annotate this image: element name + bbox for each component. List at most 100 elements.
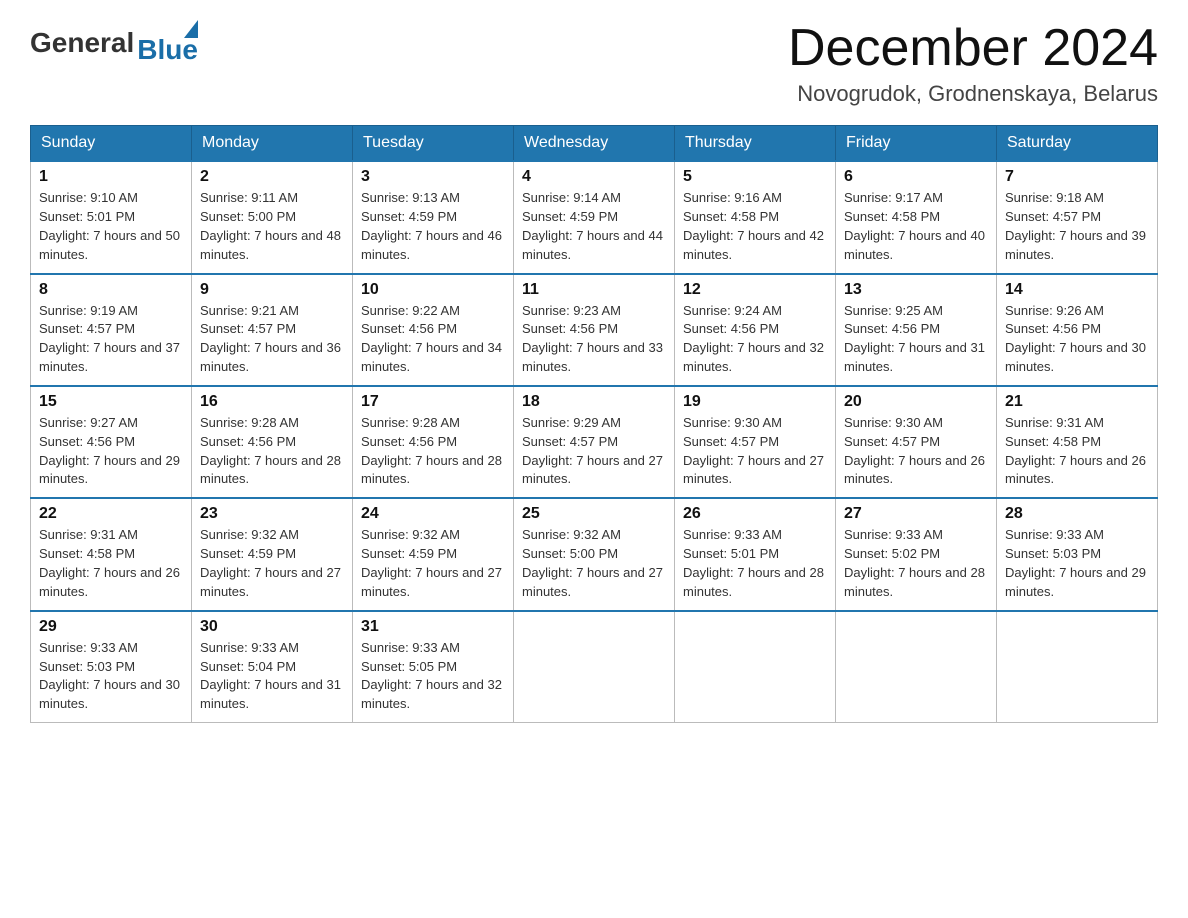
table-cell xyxy=(836,611,997,723)
day-number: 27 xyxy=(844,505,988,523)
day-number: 20 xyxy=(844,393,988,411)
day-number: 1 xyxy=(39,168,183,186)
location-text: Novogrudok, Grodnenskaya, Belarus xyxy=(788,81,1158,107)
day-number: 3 xyxy=(361,168,505,186)
col-friday: Friday xyxy=(836,126,997,162)
table-cell: 20 Sunrise: 9:30 AMSunset: 4:57 PMDaylig… xyxy=(836,386,997,498)
table-cell: 18 Sunrise: 9:29 AMSunset: 4:57 PMDaylig… xyxy=(514,386,675,498)
table-cell: 26 Sunrise: 9:33 AMSunset: 5:01 PMDaylig… xyxy=(675,498,836,610)
day-number: 14 xyxy=(1005,281,1149,299)
day-info: Sunrise: 9:33 AMSunset: 5:01 PMDaylight:… xyxy=(683,526,827,601)
day-number: 21 xyxy=(1005,393,1149,411)
day-number: 15 xyxy=(39,393,183,411)
day-number: 12 xyxy=(683,281,827,299)
day-number: 18 xyxy=(522,393,666,411)
col-tuesday: Tuesday xyxy=(353,126,514,162)
table-cell: 2 Sunrise: 9:11 AMSunset: 5:00 PMDayligh… xyxy=(192,161,353,273)
table-cell: 23 Sunrise: 9:32 AMSunset: 4:59 PMDaylig… xyxy=(192,498,353,610)
col-sunday: Sunday xyxy=(31,126,192,162)
table-cell: 15 Sunrise: 9:27 AMSunset: 4:56 PMDaylig… xyxy=(31,386,192,498)
day-info: Sunrise: 9:24 AMSunset: 4:56 PMDaylight:… xyxy=(683,302,827,377)
week-row-1: 1 Sunrise: 9:10 AMSunset: 5:01 PMDayligh… xyxy=(31,161,1158,273)
col-monday: Monday xyxy=(192,126,353,162)
table-cell xyxy=(514,611,675,723)
table-cell: 3 Sunrise: 9:13 AMSunset: 4:59 PMDayligh… xyxy=(353,161,514,273)
day-info: Sunrise: 9:22 AMSunset: 4:56 PMDaylight:… xyxy=(361,302,505,377)
table-cell: 31 Sunrise: 9:33 AMSunset: 5:05 PMDaylig… xyxy=(353,611,514,723)
day-number: 24 xyxy=(361,505,505,523)
day-info: Sunrise: 9:19 AMSunset: 4:57 PMDaylight:… xyxy=(39,302,183,377)
week-row-4: 22 Sunrise: 9:31 AMSunset: 4:58 PMDaylig… xyxy=(31,498,1158,610)
day-number: 29 xyxy=(39,618,183,636)
day-info: Sunrise: 9:33 AMSunset: 5:04 PMDaylight:… xyxy=(200,639,344,714)
day-info: Sunrise: 9:33 AMSunset: 5:02 PMDaylight:… xyxy=(844,526,988,601)
day-info: Sunrise: 9:30 AMSunset: 4:57 PMDaylight:… xyxy=(683,414,827,489)
month-title: December 2024 xyxy=(788,20,1158,77)
day-number: 11 xyxy=(522,281,666,299)
day-number: 31 xyxy=(361,618,505,636)
logo: General Blue xyxy=(30,20,198,66)
table-cell: 27 Sunrise: 9:33 AMSunset: 5:02 PMDaylig… xyxy=(836,498,997,610)
logo-blue-section: Blue xyxy=(137,20,198,66)
day-info: Sunrise: 9:18 AMSunset: 4:57 PMDaylight:… xyxy=(1005,189,1149,264)
day-number: 28 xyxy=(1005,505,1149,523)
day-number: 17 xyxy=(361,393,505,411)
day-number: 13 xyxy=(844,281,988,299)
day-number: 8 xyxy=(39,281,183,299)
day-number: 22 xyxy=(39,505,183,523)
day-info: Sunrise: 9:29 AMSunset: 4:57 PMDaylight:… xyxy=(522,414,666,489)
day-number: 25 xyxy=(522,505,666,523)
table-cell: 24 Sunrise: 9:32 AMSunset: 4:59 PMDaylig… xyxy=(353,498,514,610)
table-cell: 10 Sunrise: 9:22 AMSunset: 4:56 PMDaylig… xyxy=(353,274,514,386)
week-row-5: 29 Sunrise: 9:33 AMSunset: 5:03 PMDaylig… xyxy=(31,611,1158,723)
day-info: Sunrise: 9:33 AMSunset: 5:05 PMDaylight:… xyxy=(361,639,505,714)
day-info: Sunrise: 9:32 AMSunset: 4:59 PMDaylight:… xyxy=(200,526,344,601)
table-cell: 13 Sunrise: 9:25 AMSunset: 4:56 PMDaylig… xyxy=(836,274,997,386)
day-info: Sunrise: 9:16 AMSunset: 4:58 PMDaylight:… xyxy=(683,189,827,264)
table-cell: 22 Sunrise: 9:31 AMSunset: 4:58 PMDaylig… xyxy=(31,498,192,610)
day-number: 16 xyxy=(200,393,344,411)
table-cell: 12 Sunrise: 9:24 AMSunset: 4:56 PMDaylig… xyxy=(675,274,836,386)
logo-general-text: General xyxy=(30,27,134,59)
table-cell: 19 Sunrise: 9:30 AMSunset: 4:57 PMDaylig… xyxy=(675,386,836,498)
week-row-3: 15 Sunrise: 9:27 AMSunset: 4:56 PMDaylig… xyxy=(31,386,1158,498)
calendar-table: Sunday Monday Tuesday Wednesday Thursday… xyxy=(30,125,1158,723)
table-cell: 29 Sunrise: 9:33 AMSunset: 5:03 PMDaylig… xyxy=(31,611,192,723)
day-info: Sunrise: 9:17 AMSunset: 4:58 PMDaylight:… xyxy=(844,189,988,264)
table-cell: 16 Sunrise: 9:28 AMSunset: 4:56 PMDaylig… xyxy=(192,386,353,498)
calendar-header-row: Sunday Monday Tuesday Wednesday Thursday… xyxy=(31,126,1158,162)
table-cell: 28 Sunrise: 9:33 AMSunset: 5:03 PMDaylig… xyxy=(997,498,1158,610)
day-info: Sunrise: 9:31 AMSunset: 4:58 PMDaylight:… xyxy=(1005,414,1149,489)
day-info: Sunrise: 9:32 AMSunset: 4:59 PMDaylight:… xyxy=(361,526,505,601)
day-number: 7 xyxy=(1005,168,1149,186)
table-cell: 21 Sunrise: 9:31 AMSunset: 4:58 PMDaylig… xyxy=(997,386,1158,498)
table-cell: 30 Sunrise: 9:33 AMSunset: 5:04 PMDaylig… xyxy=(192,611,353,723)
table-cell: 25 Sunrise: 9:32 AMSunset: 5:00 PMDaylig… xyxy=(514,498,675,610)
day-number: 2 xyxy=(200,168,344,186)
logo-blue-text: Blue xyxy=(137,34,198,66)
week-row-2: 8 Sunrise: 9:19 AMSunset: 4:57 PMDayligh… xyxy=(31,274,1158,386)
page-header: General Blue December 2024 Novogrudok, G… xyxy=(30,20,1158,107)
table-cell: 9 Sunrise: 9:21 AMSunset: 4:57 PMDayligh… xyxy=(192,274,353,386)
col-saturday: Saturday xyxy=(997,126,1158,162)
table-cell: 5 Sunrise: 9:16 AMSunset: 4:58 PMDayligh… xyxy=(675,161,836,273)
day-number: 26 xyxy=(683,505,827,523)
day-info: Sunrise: 9:27 AMSunset: 4:56 PMDaylight:… xyxy=(39,414,183,489)
table-cell xyxy=(997,611,1158,723)
table-cell: 7 Sunrise: 9:18 AMSunset: 4:57 PMDayligh… xyxy=(997,161,1158,273)
table-cell: 6 Sunrise: 9:17 AMSunset: 4:58 PMDayligh… xyxy=(836,161,997,273)
title-section: December 2024 Novogrudok, Grodnenskaya, … xyxy=(788,20,1158,107)
day-info: Sunrise: 9:23 AMSunset: 4:56 PMDaylight:… xyxy=(522,302,666,377)
table-cell: 1 Sunrise: 9:10 AMSunset: 5:01 PMDayligh… xyxy=(31,161,192,273)
day-info: Sunrise: 9:26 AMSunset: 4:56 PMDaylight:… xyxy=(1005,302,1149,377)
day-info: Sunrise: 9:31 AMSunset: 4:58 PMDaylight:… xyxy=(39,526,183,601)
day-info: Sunrise: 9:33 AMSunset: 5:03 PMDaylight:… xyxy=(39,639,183,714)
day-info: Sunrise: 9:28 AMSunset: 4:56 PMDaylight:… xyxy=(200,414,344,489)
day-info: Sunrise: 9:11 AMSunset: 5:00 PMDaylight:… xyxy=(200,189,344,264)
table-cell: 8 Sunrise: 9:19 AMSunset: 4:57 PMDayligh… xyxy=(31,274,192,386)
day-info: Sunrise: 9:10 AMSunset: 5:01 PMDaylight:… xyxy=(39,189,183,264)
table-cell: 17 Sunrise: 9:28 AMSunset: 4:56 PMDaylig… xyxy=(353,386,514,498)
day-number: 9 xyxy=(200,281,344,299)
day-info: Sunrise: 9:33 AMSunset: 5:03 PMDaylight:… xyxy=(1005,526,1149,601)
day-info: Sunrise: 9:21 AMSunset: 4:57 PMDaylight:… xyxy=(200,302,344,377)
